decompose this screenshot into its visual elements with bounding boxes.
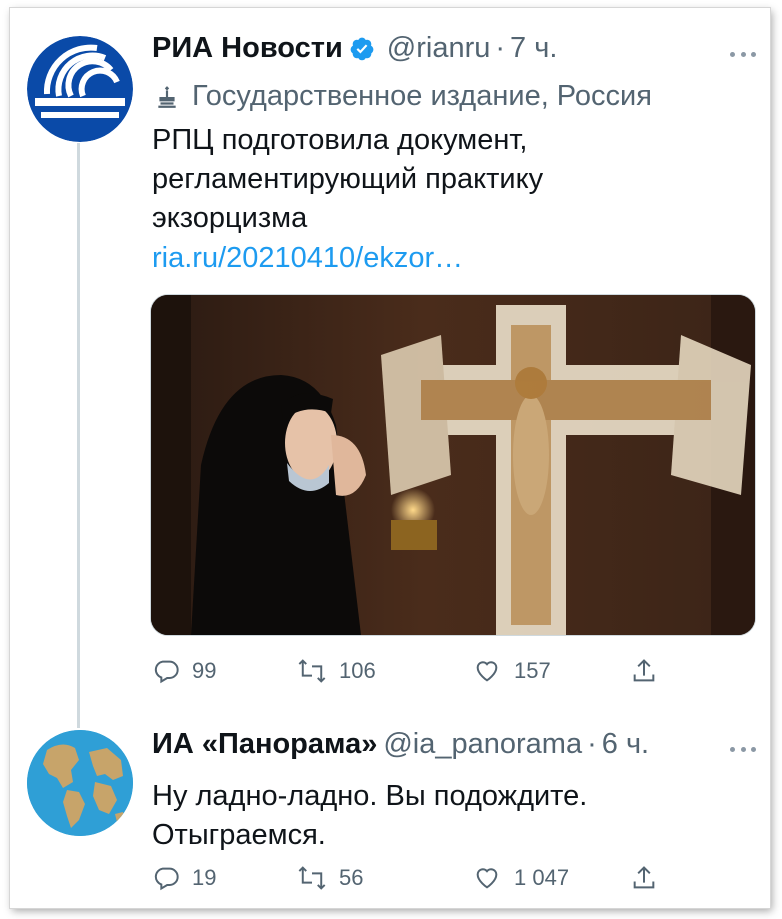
reply-count: 19 [192, 865, 217, 890]
ria-logo-icon [27, 36, 133, 142]
retweet-button[interactable]: 106 [297, 657, 376, 685]
reply-button[interactable]: 99 [152, 657, 216, 685]
share-icon [633, 659, 655, 682]
like-button[interactable]: 1 047 [472, 864, 569, 892]
author-handle[interactable]: @rianru [387, 32, 491, 65]
author-handle[interactable]: @ia_panorama [383, 728, 582, 761]
more-icon[interactable] [730, 745, 756, 753]
tweet-time[interactable]: 7 ч. [510, 32, 557, 65]
verified-badge-icon [349, 36, 375, 62]
tweet-thread: РИА Новости @rianru · 7 ч. Государственн… [10, 8, 770, 908]
share-button[interactable] [630, 657, 658, 685]
retweet-count: 106 [339, 658, 376, 683]
tweet-header: ИА «Панорама» @ia_panorama · 6 ч. [152, 728, 649, 761]
tweet-header: РИА Новости @rianru · 7 ч. [152, 32, 557, 65]
author-name[interactable]: РИА Новости [152, 32, 343, 65]
thread-connector-line [77, 143, 80, 728]
article-link[interactable]: ria.ru/20210410/ekzor… [152, 242, 463, 275]
tweet-media-image[interactable] [150, 294, 756, 636]
reply-button[interactable]: 19 [152, 864, 216, 892]
tweet-time[interactable]: 6 ч. [602, 728, 649, 761]
state-media-icon [154, 84, 180, 110]
tweet-text: РПЦ подготовила документ, регламентирующ… [152, 124, 544, 234]
separator-dot: · [495, 32, 506, 64]
tweet-actions: 99 106 157 [152, 651, 672, 691]
author-name[interactable]: ИА «Панорама» [152, 728, 377, 761]
avatar-ria-novosti[interactable] [27, 36, 133, 142]
share-icon [633, 866, 655, 889]
retweet-count: 56 [339, 865, 364, 890]
globe-icon [27, 730, 133, 836]
like-count: 157 [514, 658, 551, 683]
like-button[interactable]: 157 [472, 657, 551, 685]
like-count: 1 047 [514, 865, 570, 890]
reply-count: 99 [192, 658, 217, 683]
retweet-button[interactable]: 56 [297, 864, 363, 892]
state-media-label-text: Государственное издание, Россия [192, 80, 652, 112]
state-media-label[interactable]: Государственное издание, Россия [154, 80, 652, 113]
retweet-icon [298, 866, 326, 890]
separator-dot: · [587, 728, 597, 760]
more-icon[interactable] [730, 50, 756, 58]
retweet-icon [298, 659, 326, 683]
share-button[interactable] [630, 864, 658, 892]
photo-nun-crucifix [151, 295, 755, 635]
tweet-text: Ну ладно-ладно. Вы подождите. Отыграемся… [152, 780, 588, 851]
like-icon [476, 661, 498, 682]
like-icon [476, 868, 498, 889]
reply-icon [154, 867, 179, 891]
tweet-actions: 19 56 1 047 [152, 858, 672, 898]
reply-icon [154, 660, 179, 684]
avatar-ia-panorama[interactable] [27, 730, 133, 836]
